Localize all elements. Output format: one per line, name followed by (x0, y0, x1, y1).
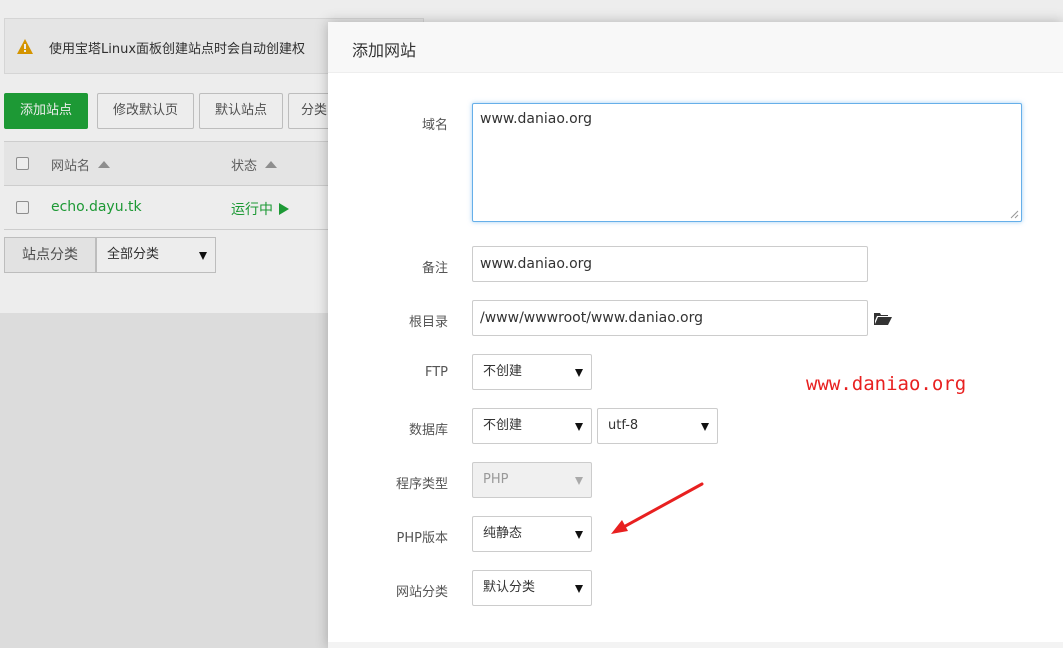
folder-open-icon[interactable] (874, 312, 892, 326)
database-charset-select[interactable]: utf-8 (597, 408, 718, 444)
domain-textarea[interactable]: www.daniao.org (472, 103, 1022, 222)
root-dir-input[interactable]: /www/wwwroot/www.daniao.org (472, 300, 868, 336)
watermark-text: www.daniao.org (806, 373, 967, 395)
ftp-select[interactable]: 不创建 (472, 354, 592, 390)
site-category-select[interactable]: 默认分类 (472, 570, 592, 606)
chevron-down-icon (575, 585, 583, 593)
chevron-down-icon (575, 477, 583, 485)
dialog-title: 添加网站 (352, 41, 417, 60)
ftp-label: FTP (424, 365, 448, 380)
site-category-value: 默认分类 (483, 580, 536, 595)
chevron-down-icon (575, 423, 583, 431)
remark-value: www.daniao.org (480, 256, 593, 272)
database-value: 不创建 (483, 418, 523, 433)
root-dir-value: /www/wwwroot/www.daniao.org (480, 310, 703, 326)
domain-value: www.daniao.org (480, 111, 593, 127)
php-version-label: PHP版本 (396, 531, 448, 546)
database-label: 数据库 (408, 423, 448, 438)
chevron-down-icon (575, 531, 583, 539)
dialog-footer (328, 642, 1063, 648)
add-website-dialog: 添加网站 域名 www.daniao.org 备注 www.daniao.org… (328, 22, 1063, 648)
domain-label: 域名 (421, 118, 448, 133)
program-type-label: 程序类型 (395, 477, 448, 492)
remark-input[interactable]: www.daniao.org (472, 246, 868, 282)
database-select[interactable]: 不创建 (472, 408, 592, 444)
dialog-header: 添加网站 (328, 22, 1063, 73)
remark-label: 备注 (421, 261, 448, 276)
program-type-value: PHP (483, 472, 509, 487)
php-version-value: 纯静态 (483, 526, 523, 541)
chevron-down-icon (575, 369, 583, 377)
ftp-value: 不创建 (483, 364, 523, 379)
red-arrow-annotation-icon (611, 482, 704, 534)
chevron-down-icon (701, 423, 709, 431)
database-charset-value: utf-8 (608, 418, 639, 433)
site-category-label: 网站分类 (395, 585, 448, 600)
php-version-select[interactable]: 纯静态 (472, 516, 592, 552)
program-type-select: PHP (472, 462, 592, 498)
resize-handle-icon[interactable] (1009, 209, 1019, 219)
root-dir-label: 根目录 (408, 315, 448, 330)
